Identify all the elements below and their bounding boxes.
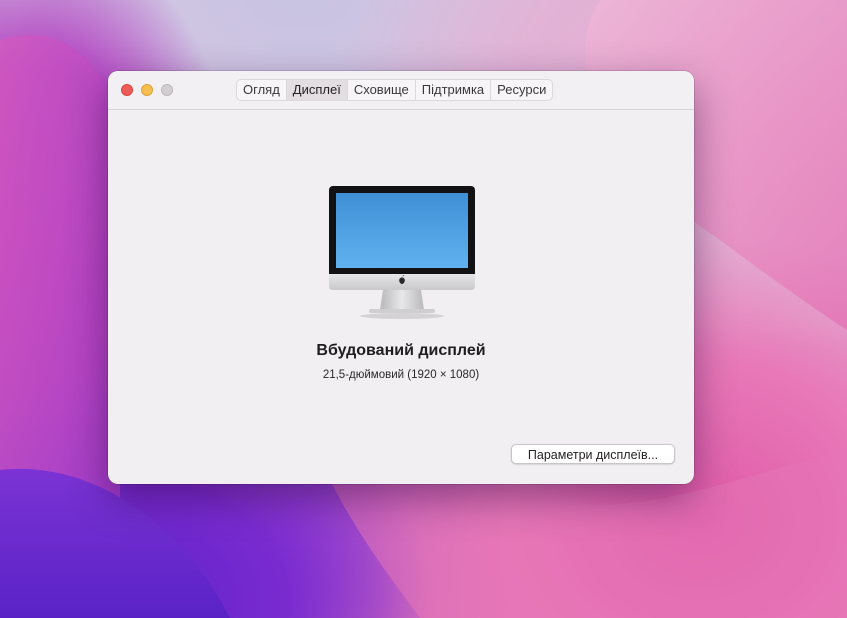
tab-storage[interactable]: Сховище [348, 80, 416, 100]
tab-support[interactable]: Підтримка [416, 80, 492, 100]
minimize-button[interactable] [141, 84, 153, 96]
tab-resources[interactable]: Ресурси [491, 80, 552, 100]
display-name: Вбудований дисплей [316, 342, 486, 359]
close-button[interactable] [121, 84, 133, 96]
display-settings-button[interactable]: Параметри дисплеїв... [511, 444, 675, 464]
display-resolution: 21,5-дюймовий (1920 × 1080) [322, 369, 480, 381]
imac-icon [329, 186, 475, 319]
zoom-button[interactable] [161, 84, 173, 96]
displays-pane: Вбудований дисплей 21,5-дюймовий (1920 ×… [108, 110, 694, 484]
title-bar: Огляд Дисплеї Сховище Підтримка Ресурси [108, 71, 694, 110]
about-this-mac-window: Огляд Дисплеї Сховище Підтримка Ресурси [108, 71, 694, 484]
tab-bar: Огляд Дисплеї Сховище Підтримка Ресурси [236, 79, 554, 101]
tab-overview[interactable]: Огляд [237, 80, 287, 100]
tab-displays[interactable]: Дисплеї [286, 80, 348, 100]
